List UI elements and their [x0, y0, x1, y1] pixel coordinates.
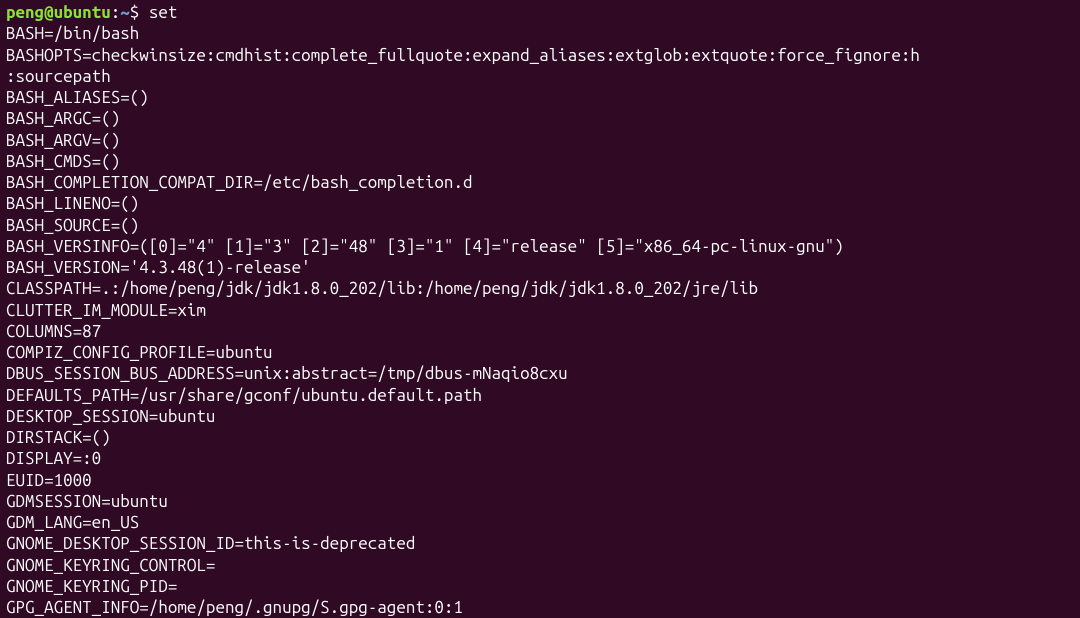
output-line: CLUTTER_IM_MODULE=xim [6, 300, 1074, 321]
output-line: BASH_COMPLETION_COMPAT_DIR=/etc/bash_com… [6, 172, 1074, 193]
command-input: set [149, 3, 178, 22]
prompt-line: peng@ubuntu:~$ set [6, 2, 1074, 23]
output-line: GNOME_KEYRING_CONTROL= [6, 555, 1074, 576]
output-line: DISPLAY=:0 [6, 448, 1074, 469]
output-line: :sourcepath [6, 66, 1074, 87]
output-line: GNOME_DESKTOP_SESSION_ID=this-is-depreca… [6, 533, 1074, 554]
output-line: BASH_ARGV=() [6, 130, 1074, 151]
prompt-path: ~ [120, 3, 130, 22]
output-line: DBUS_SESSION_BUS_ADDRESS=unix:abstract=/… [6, 363, 1074, 384]
output-line: BASH_VERSINFO=([0]="4" [1]="3" [2]="48" … [6, 236, 1074, 257]
terminal-window[interactable]: peng@ubuntu:~$ set BASH=/bin/bashBASHOPT… [6, 2, 1074, 615]
prompt-colon: : [111, 3, 121, 22]
output-line: CLASSPATH=.:/home/peng/jdk/jdk1.8.0_202/… [6, 278, 1074, 299]
output-line: BASHOPTS=checkwinsize:cmdhist:complete_f… [6, 45, 1074, 66]
output-line: GDM_LANG=en_US [6, 512, 1074, 533]
output-line: GDMSESSION=ubuntu [6, 491, 1074, 512]
output-line: DEFAULTS_PATH=/usr/share/gconf/ubuntu.de… [6, 385, 1074, 406]
output-line: BASH_CMDS=() [6, 151, 1074, 172]
output-line: DIRSTACK=() [6, 427, 1074, 448]
output-line: GNOME_KEYRING_PID= [6, 576, 1074, 597]
output-line: DESKTOP_SESSION=ubuntu [6, 406, 1074, 427]
output-line: BASH_ARGC=() [6, 108, 1074, 129]
output-line: BASH_VERSION='4.3.48(1)-release' [6, 257, 1074, 278]
prompt-dollar: $ [130, 3, 140, 22]
terminal-output: BASH=/bin/bashBASHOPTS=checkwinsize:cmdh… [6, 23, 1074, 618]
output-line: BASH_ALIASES=() [6, 87, 1074, 108]
output-line: GPG_AGENT_INFO=/home/peng/.gnupg/S.gpg-a… [6, 597, 1074, 618]
output-line: BASH_SOURCE=() [6, 215, 1074, 236]
output-line: COMPIZ_CONFIG_PROFILE=ubuntu [6, 342, 1074, 363]
output-line: COLUMNS=87 [6, 321, 1074, 342]
output-line: BASH_LINENO=() [6, 193, 1074, 214]
output-line: BASH=/bin/bash [6, 23, 1074, 44]
output-line: EUID=1000 [6, 470, 1074, 491]
prompt-user: peng@ubuntu [6, 3, 111, 22]
